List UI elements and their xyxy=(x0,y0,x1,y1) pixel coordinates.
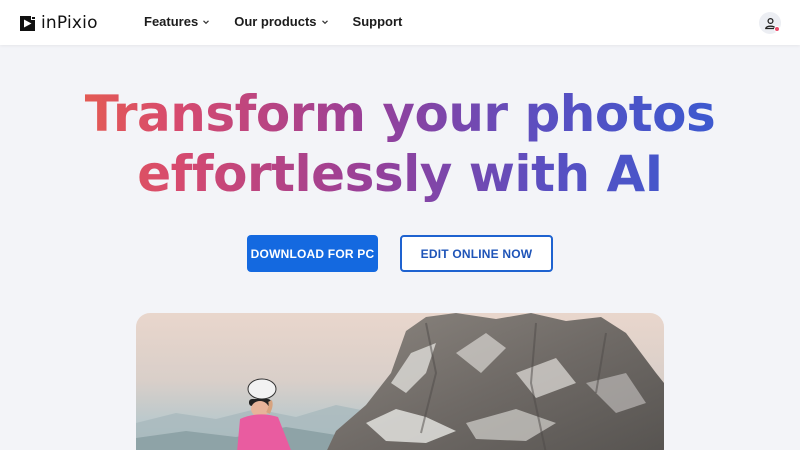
hero-headline-line-2: effortlessly with AI xyxy=(0,144,800,204)
edit-online-now-button[interactable]: EDIT ONLINE NOW xyxy=(400,235,553,272)
main-nav: Features Our products Support xyxy=(144,14,402,29)
hero-headline-line-1: Transform your photos xyxy=(0,84,800,144)
nav-item-label: Our products xyxy=(234,14,317,29)
play-square-logo-icon xyxy=(20,15,35,31)
brand-logo[interactable]: inPixio xyxy=(20,12,98,34)
brand-name: inPixio xyxy=(41,13,98,33)
cta-button-group: DOWNLOAD FOR PC EDIT ONLINE NOW xyxy=(0,235,800,272)
hero-headline: Transform your photos effortlessly with … xyxy=(0,84,800,204)
chevron-down-icon xyxy=(321,20,328,25)
chevron-down-icon xyxy=(203,20,210,25)
nav-item-label: Support xyxy=(352,14,403,29)
account-button[interactable] xyxy=(759,12,781,34)
nav-item-support[interactable]: Support xyxy=(353,14,403,29)
cyclist-mountain-photo xyxy=(136,313,664,450)
top-navigation-bar: inPixio Features Our products Support xyxy=(0,0,800,45)
nav-item-our-products[interactable]: Our products xyxy=(234,14,328,29)
hero-image xyxy=(136,313,664,450)
nav-item-features[interactable]: Features xyxy=(144,14,210,29)
notification-dot xyxy=(774,26,780,32)
nav-item-label: Features xyxy=(144,14,199,29)
download-for-pc-button[interactable]: DOWNLOAD FOR PC xyxy=(247,235,378,272)
